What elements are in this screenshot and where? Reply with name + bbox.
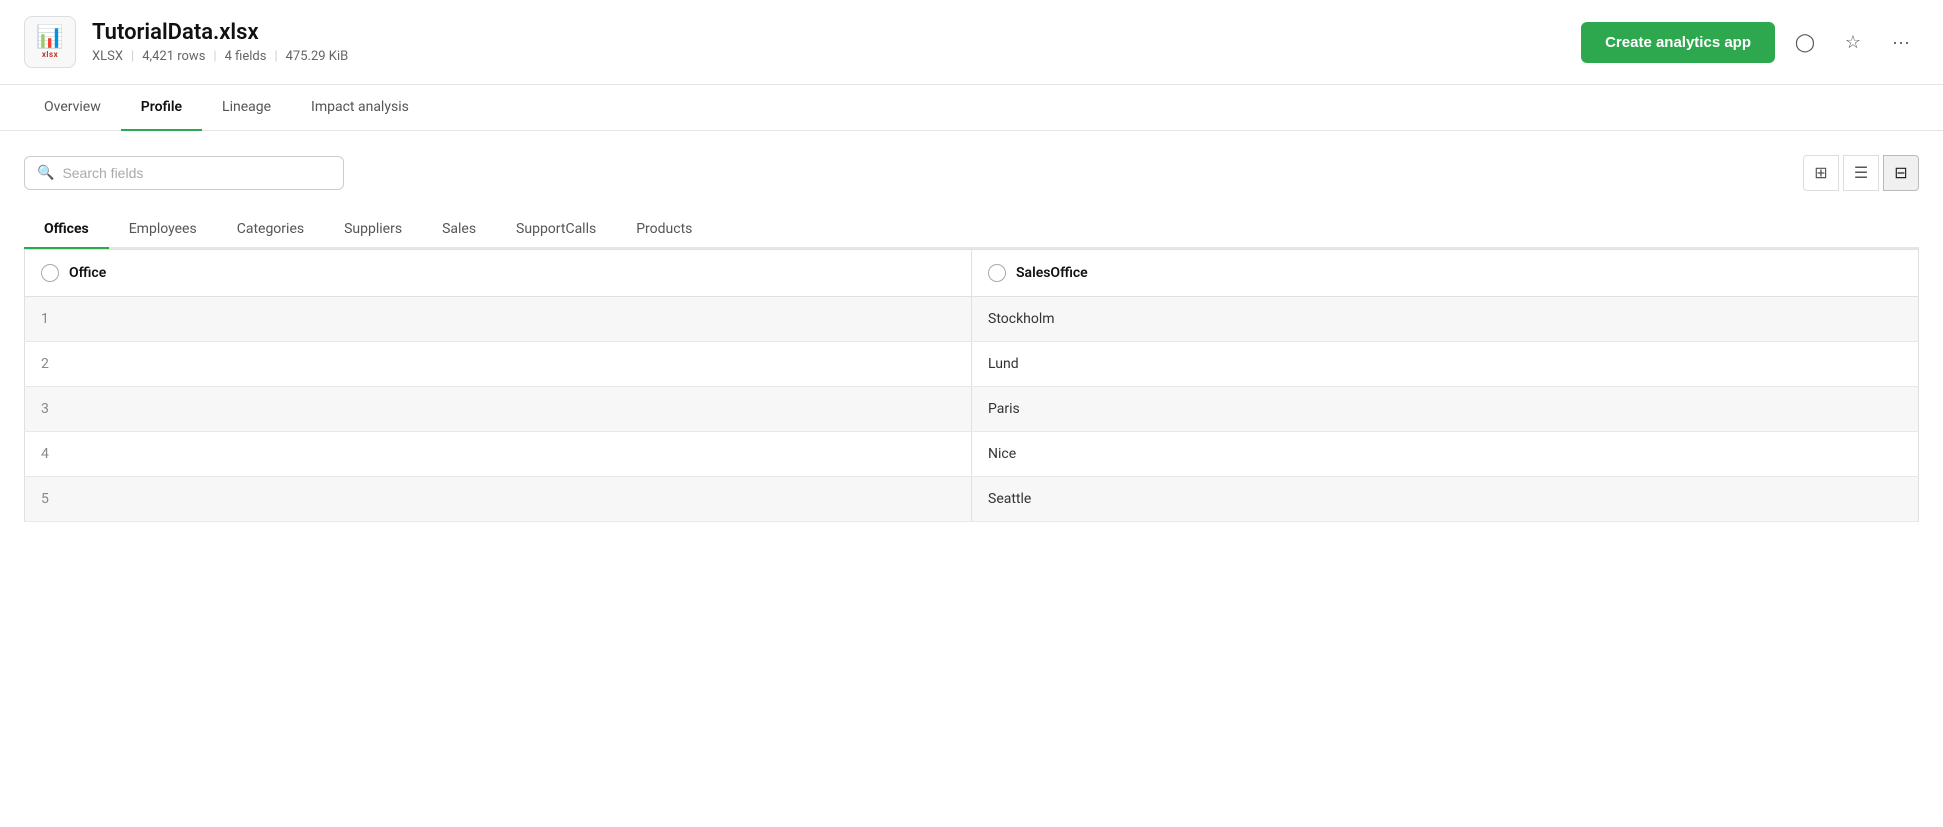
file-meta: XLSX | 4,421 rows | 4 fields | 475.29 Ki… xyxy=(92,49,348,64)
tab-profile[interactable]: Profile xyxy=(121,85,202,131)
file-icon: 📊 xlsx xyxy=(24,16,76,68)
field-tab-categories[interactable]: Categories xyxy=(217,211,324,249)
meta-sep-3: | xyxy=(274,49,277,64)
grid-icon: ⊞ xyxy=(1814,163,1827,183)
table-row: 4 Nice xyxy=(25,432,1919,477)
meta-sep-1: | xyxy=(131,49,134,64)
field-tab-offices[interactable]: Offices xyxy=(24,211,109,249)
view-controls: ⊞ ☰ ⊟ xyxy=(1803,155,1919,191)
col2-checkbox[interactable] xyxy=(988,264,1006,282)
row-index: 5 xyxy=(25,477,972,522)
more-options-button[interactable]: ··· xyxy=(1883,24,1919,60)
field-tab-employees[interactable]: Employees xyxy=(109,211,217,249)
col2-label: SalesOffice xyxy=(1016,265,1088,281)
list-icon: ☰ xyxy=(1854,163,1868,183)
header-right: Create analytics app ◯ ☆ ··· xyxy=(1581,22,1919,63)
file-icon-image: 📊 xyxy=(36,25,63,50)
field-tab-suppliers[interactable]: Suppliers xyxy=(324,211,422,249)
row-value: Seattle xyxy=(972,477,1919,522)
table-row: 3 Paris xyxy=(25,387,1919,432)
row-value: Paris xyxy=(972,387,1919,432)
table-icon: ⊟ xyxy=(1894,163,1907,183)
field-tabs: Offices Employees Categories Suppliers S… xyxy=(24,211,1919,249)
meta-sep-2: | xyxy=(213,49,216,64)
row-index: 4 xyxy=(25,432,972,477)
grid-view-button[interactable]: ⊞ xyxy=(1803,155,1839,191)
table-view-button[interactable]: ⊟ xyxy=(1883,155,1919,191)
row-index: 1 xyxy=(25,297,972,342)
row-value: Lund xyxy=(972,342,1919,387)
file-type: XLSX xyxy=(92,49,123,64)
main-tabs: Overview Profile Lineage Impact analysis xyxy=(0,85,1943,131)
header-left: 📊 xlsx TutorialData.xlsx XLSX | 4,421 ro… xyxy=(24,16,348,68)
row-index: 2 xyxy=(25,342,972,387)
col2-header: SalesOffice xyxy=(972,250,1919,297)
file-rows: 4,421 rows xyxy=(142,49,205,64)
field-tab-sales[interactable]: Sales xyxy=(422,211,496,249)
file-info: TutorialData.xlsx XLSX | 4,421 rows | 4 … xyxy=(92,20,348,64)
field-tab-supportcalls[interactable]: SupportCalls xyxy=(496,211,616,249)
search-icon: 🔍 xyxy=(37,165,54,181)
table-row: 2 Lund xyxy=(25,342,1919,387)
col1-header: Office xyxy=(25,250,972,297)
data-table: Office SalesOffice 1 Stockholm 2 Lund 3 … xyxy=(24,249,1919,522)
file-name: TutorialData.xlsx xyxy=(92,20,348,45)
feedback-icon-button[interactable]: ◯ xyxy=(1787,24,1823,60)
search-input[interactable] xyxy=(62,165,331,181)
toolbar: 🔍 ⊞ ☰ ⊟ xyxy=(24,155,1919,191)
create-analytics-app-button[interactable]: Create analytics app xyxy=(1581,22,1775,63)
star-icon: ☆ xyxy=(1845,32,1861,53)
field-tab-products[interactable]: Products xyxy=(616,211,712,249)
ellipsis-icon: ··· xyxy=(1892,32,1910,53)
file-fields: 4 fields xyxy=(225,49,267,64)
list-view-button[interactable]: ☰ xyxy=(1843,155,1879,191)
tab-impact-analysis[interactable]: Impact analysis xyxy=(291,85,429,131)
tab-overview[interactable]: Overview xyxy=(24,85,121,131)
col1-label: Office xyxy=(69,265,106,281)
row-index: 3 xyxy=(25,387,972,432)
favorite-icon-button[interactable]: ☆ xyxy=(1835,24,1871,60)
table-row: 5 Seattle xyxy=(25,477,1919,522)
row-value: Nice xyxy=(972,432,1919,477)
feedback-icon: ◯ xyxy=(1795,32,1815,53)
file-size: 475.29 KiB xyxy=(286,49,349,64)
search-box[interactable]: 🔍 xyxy=(24,156,344,190)
tab-lineage[interactable]: Lineage xyxy=(202,85,291,131)
header: 📊 xlsx TutorialData.xlsx XLSX | 4,421 ro… xyxy=(0,0,1943,85)
content-area: 🔍 ⊞ ☰ ⊟ Offices Employees Categories Sup… xyxy=(0,131,1943,546)
col1-checkbox[interactable] xyxy=(41,264,59,282)
file-icon-label: xlsx xyxy=(42,50,58,59)
row-value: Stockholm xyxy=(972,297,1919,342)
table-row: 1 Stockholm xyxy=(25,297,1919,342)
